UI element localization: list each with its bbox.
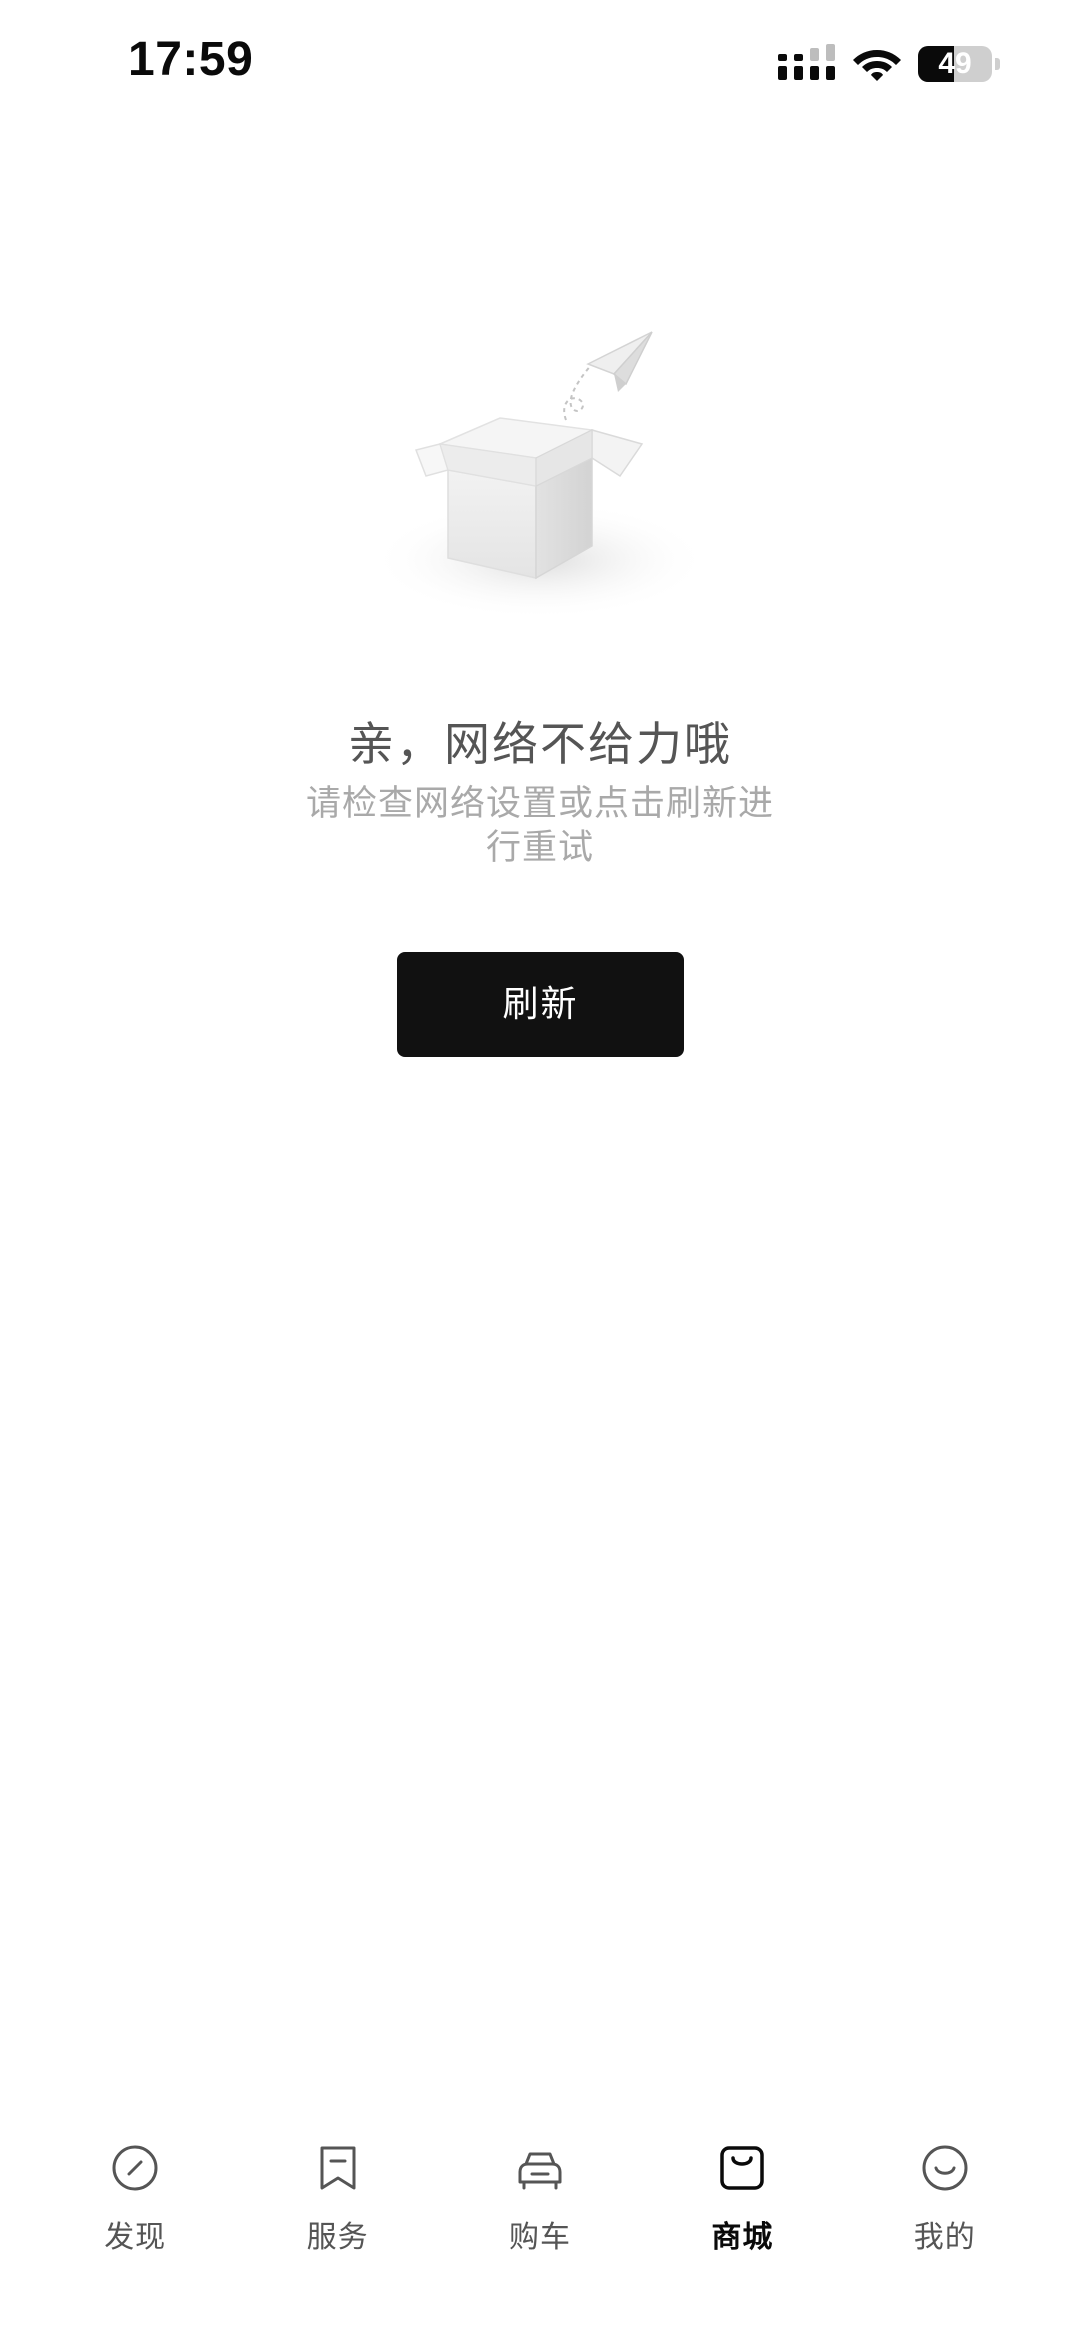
cellular-signal-icon <box>778 44 835 80</box>
tab-label-discover: 发现 <box>104 2220 167 2255</box>
tab-mine[interactable]: 我的 <box>870 2120 1020 2290</box>
compass-icon <box>112 2145 158 2191</box>
car-icon <box>518 2152 562 2190</box>
battery-cap <box>995 58 1000 70</box>
battery-body: 49 <box>918 46 992 82</box>
bottom-tab-bar: 发现 服务 购车 商城 我的 <box>0 2120 1080 2290</box>
refresh-button[interactable]: 刷新 <box>397 952 684 1057</box>
tab-label-buy-car: 购车 <box>508 2220 571 2255</box>
smiley-face-icon <box>922 2145 968 2191</box>
status-time: 17:59 <box>128 33 254 86</box>
tab-discover[interactable]: 发现 <box>60 2120 210 2290</box>
battery-icon: 49 <box>918 46 1002 82</box>
tab-label-mall: 商城 <box>711 2220 774 2255</box>
paper-plane-icon <box>586 331 653 392</box>
shopping-bag-icon <box>720 2146 765 2190</box>
tab-label-mine: 我的 <box>913 2220 976 2255</box>
wifi-icon <box>853 50 901 81</box>
tab-mall[interactable]: 商城 <box>667 2120 817 2290</box>
empty-state-description: 请检查网络设置或点击刷新进行重试 <box>305 784 774 868</box>
tab-buy-car[interactable]: 购车 <box>465 2120 615 2290</box>
tab-service[interactable]: 服务 <box>263 2120 413 2290</box>
status-bar: 17:59 49 <box>0 0 1080 130</box>
battery-level: 49 <box>938 47 972 80</box>
empty-state-title: 亲，网络不给力哦 <box>348 717 732 771</box>
tab-label-service: 服务 <box>306 2220 369 2255</box>
empty-box-illustration <box>370 331 710 620</box>
bookmark-icon <box>320 2146 356 2190</box>
